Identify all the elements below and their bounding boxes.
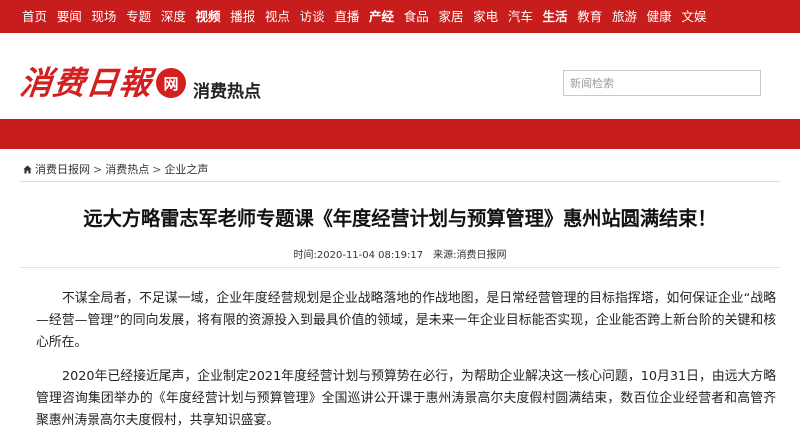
nav-item[interactable]: 食品 bbox=[404, 0, 429, 33]
nav-item[interactable]: 旅游 bbox=[612, 0, 637, 33]
nav-item[interactable]: 深度 bbox=[161, 0, 186, 33]
home-icon bbox=[23, 165, 32, 173]
nav-item[interactable]: 现场 bbox=[91, 0, 116, 33]
breadcrumb-divider bbox=[20, 181, 780, 182]
nav-item[interactable]: 健康 bbox=[647, 0, 672, 33]
nav-item[interactable]: 家居 bbox=[438, 0, 463, 33]
article-meta: 时间:2020-11-04 08:19:17 来源:消费日报网 bbox=[0, 246, 800, 261]
logo-badge: 网 bbox=[156, 68, 187, 98]
search-input[interactable] bbox=[563, 70, 761, 96]
nav-item[interactable]: 直播 bbox=[334, 0, 359, 33]
nav-item[interactable]: 播报 bbox=[230, 0, 255, 33]
article-source: 来源:消费日报网 bbox=[433, 250, 507, 261]
breadcrumb: 消费日报网 > 消费热点 > 企业之声 bbox=[23, 161, 208, 177]
nav-item[interactable]: 视点 bbox=[265, 0, 290, 33]
nav-item[interactable]: 产经 bbox=[369, 0, 394, 33]
breadcrumb-section-link[interactable]: 消费热点 bbox=[105, 161, 149, 177]
site-header: 消费日報 网 消费热点 bbox=[0, 33, 800, 119]
nav-item[interactable]: 访谈 bbox=[300, 0, 325, 33]
header-red-bar bbox=[0, 119, 800, 149]
nav-item[interactable]: 文娱 bbox=[681, 0, 706, 33]
article-paragraph-2: 2020年已经接近尾声，企业制定2021年度经营计划与预算势在必行，为帮助企业解… bbox=[36, 369, 776, 428]
nav-item[interactable]: 生活 bbox=[543, 0, 568, 33]
breadcrumb-home-link[interactable]: 消费日报网 bbox=[35, 161, 90, 177]
nav-item[interactable]: 家电 bbox=[473, 0, 498, 33]
nav-item[interactable]: 视频 bbox=[196, 0, 221, 33]
nav-item[interactable]: 要闻 bbox=[57, 0, 82, 33]
breadcrumb-separator: > bbox=[93, 162, 103, 176]
breadcrumb-separator: > bbox=[152, 162, 162, 176]
meta-divider bbox=[20, 267, 780, 268]
nav-item[interactable]: 专题 bbox=[126, 0, 151, 33]
section-title: 消费热点 bbox=[193, 82, 261, 102]
nav-item[interactable]: 首页 bbox=[22, 0, 47, 33]
article-title: 远大方略雷志军老师专题课《年度经营计划与预算管理》惠州站圆满结束！ bbox=[83, 207, 717, 230]
nav-list: 首页 要闻 现场 专题 深度 视频 播报 视点 访谈 直播 产经 食品 家居 家电 汽车 生活 教育 旅游 健康 文娱 bbox=[22, 0, 716, 33]
article-paragraph-1: 不谋全局者，不足谋一域，企业年度经营规划是企业战略落地的作战地图，是日常经营管理… bbox=[36, 291, 776, 350]
article-time: 时间:2020-11-04 08:19:17 bbox=[293, 250, 424, 261]
nav-item[interactable]: 汽车 bbox=[508, 0, 533, 33]
site-logo[interactable]: 消费日報 网 bbox=[18, 63, 187, 103]
logo-text: 消费日報 bbox=[18, 64, 155, 102]
top-navigation-bar: 首页 要闻 现场 专题 深度 视频 播报 视点 访谈 直播 产经 食品 家居 家电 汽车 生活 教育 旅游 健康 文娱 bbox=[0, 0, 800, 33]
breadcrumb-category-link[interactable]: 企业之声 bbox=[164, 161, 208, 177]
nav-item[interactable]: 教育 bbox=[577, 0, 602, 33]
